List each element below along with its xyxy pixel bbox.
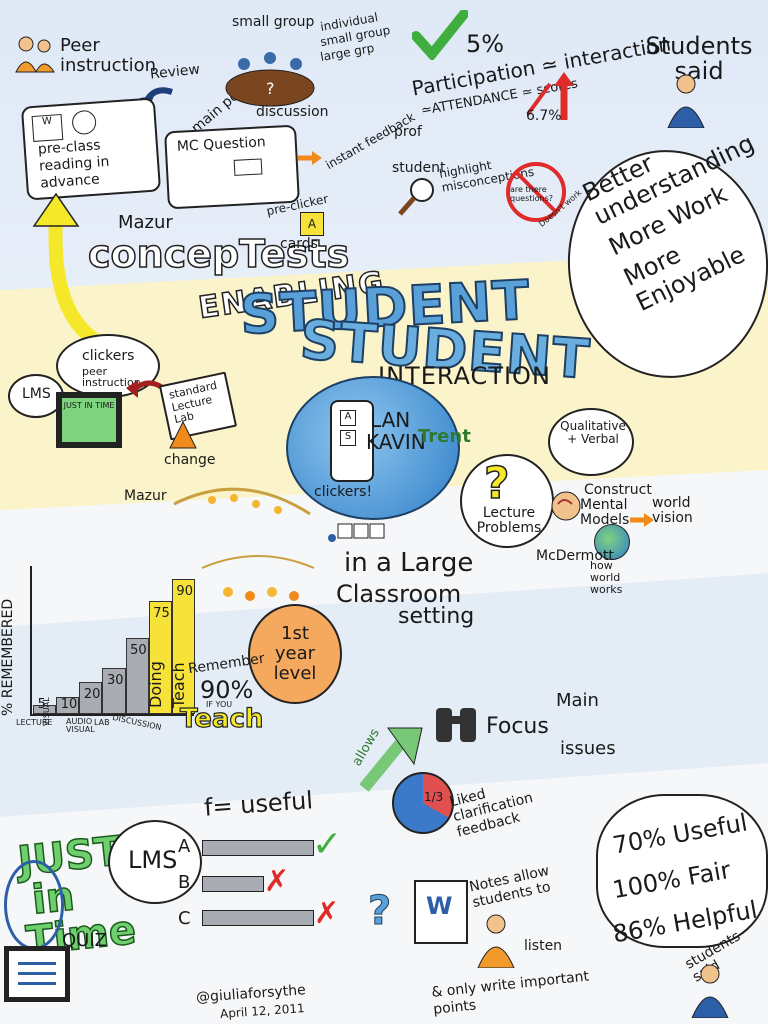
row-a-letter: A <box>178 836 191 857</box>
five-percent-label: 5% <box>466 30 505 58</box>
chart-value-label-4: 50 <box>130 643 147 658</box>
card-icon: A <box>300 212 324 236</box>
mc-question-box: MC Question <box>164 124 300 210</box>
quiz-monitor-icon <box>4 946 70 1002</box>
green-checkmark-icon <box>411 9 469 62</box>
prof-label: prof <box>394 124 422 140</box>
notes-allow-label: Notes allow students to <box>467 862 553 912</box>
trent-label: Trent <box>418 426 471 447</box>
options-list: individual small group large grp <box>319 10 391 64</box>
useful-bar-rows: A ✓ B ✗ C ✗ <box>176 824 356 940</box>
answer-box-icon <box>233 158 263 176</box>
change-label: change <box>164 452 216 468</box>
row-c-bar <box>202 910 314 926</box>
orange-arrow-icon <box>298 150 322 165</box>
clickers-label: clickers! <box>314 484 373 500</box>
cards-label: cards <box>280 236 318 252</box>
head-silhouette-icon <box>548 490 582 526</box>
remembered-chart: 5 10 20 30 50 75 Doing 90 Teach <box>14 560 195 722</box>
kavin-label: KAVIN <box>366 430 426 454</box>
row-b-letter: B <box>178 872 191 893</box>
document-icon: W <box>31 113 64 143</box>
magnifying-glass-icon <box>398 176 438 216</box>
chart-value-label-6: 90 <box>176 583 193 599</box>
chart-value-label-3: 30 <box>107 672 124 688</box>
bottom-student-avatar-icon <box>690 962 730 1019</box>
construct-label: Construct <box>584 482 652 498</box>
chart-category-5: Doing <box>146 661 166 708</box>
teach-label: Teach <box>179 703 264 734</box>
clock-icon <box>71 109 97 136</box>
chart-value-label-2: 20 <box>83 687 101 703</box>
row-a-mark: ✓ <box>312 824 343 865</box>
row-a-bar <box>202 840 314 856</box>
crowd-illustration <box>172 474 312 534</box>
row-b-mark: ✗ <box>264 864 290 899</box>
chart-value-label-5: 75 <box>153 606 170 621</box>
setting-label: setting <box>398 604 475 629</box>
clock-circle-icon <box>4 860 64 950</box>
blue-question-mark-icon: ? <box>367 888 392 935</box>
issues-label: issues <box>560 738 616 759</box>
chart-category-audio-visual: AUDIO VISUAL <box>66 717 95 734</box>
monitor-icon: JUST IN TIME <box>56 392 122 448</box>
chart-y-axis-label: % REMEMBERED <box>0 598 16 716</box>
chart-value-label-1: 10 <box>60 697 78 712</box>
world-vision-label: world vision <box>652 495 693 527</box>
mazur-mid-label: Mazur <box>124 488 167 504</box>
row-c-letter: C <box>178 908 191 929</box>
pie-label: 1/3 <box>424 790 444 804</box>
peer-instruction-label: Peer instruction <box>60 35 157 76</box>
preclass-reading-box: W pre-class reading in advance <box>20 97 162 201</box>
large-label: in a Large <box>344 548 474 578</box>
focus-label: Focus <box>486 714 549 739</box>
discussion-table-icon: ? <box>222 40 318 110</box>
orange-right-arrow-icon <box>630 512 654 527</box>
main-label: Main <box>556 690 599 711</box>
discussion-label: discussion <box>256 104 329 120</box>
row-b-bar <box>202 876 264 892</box>
word-document-icon: W <box>414 880 468 944</box>
small-group-label: small group <box>232 14 315 30</box>
chart-category-lab: LAB <box>94 718 110 727</box>
how-world-works-label: how world works <box>590 559 623 597</box>
chart-category-visual: VISUAL <box>42 697 51 726</box>
alan-label: LAN <box>370 408 411 432</box>
listen-label: listen <box>524 938 563 954</box>
qualitative-bubble: Qualitative + Verbal <box>548 408 634 476</box>
person-icon <box>14 34 56 74</box>
binoculars-icon <box>432 700 482 748</box>
six-seven-percent-label: 6.7% <box>526 108 562 124</box>
orange-triangle-icon <box>168 420 198 450</box>
row-c-mark: ✗ <box>314 896 340 931</box>
bottom-speech-line-1: 70% Useful <box>610 808 750 860</box>
svg-text:?: ? <box>266 79 275 98</box>
chart-category-labels: LECTURE VISUAL AUDIO VISUAL LAB DISCUSSI… <box>16 697 162 758</box>
lecture-problems-bubble: ? Lecture Problems <box>460 454 554 548</box>
listening-student-icon <box>476 912 516 969</box>
bottom-speech-line-2: 100% Fair <box>610 855 733 905</box>
only-write-label: & only write important points <box>430 968 590 1018</box>
date-label: April 12, 2011 <box>219 1001 306 1021</box>
student-avatar-icon <box>666 72 706 129</box>
chart-category-6: Teach <box>169 662 189 708</box>
are-there-questions-label: are there questions? <box>510 185 553 203</box>
pie-chart-icon <box>392 772 454 834</box>
question-mark-icon: ? <box>483 457 510 510</box>
mazur-label: Mazur <box>118 212 173 233</box>
chart-bars: 5 10 20 30 50 75 Doing 90 Teach <box>32 566 195 714</box>
